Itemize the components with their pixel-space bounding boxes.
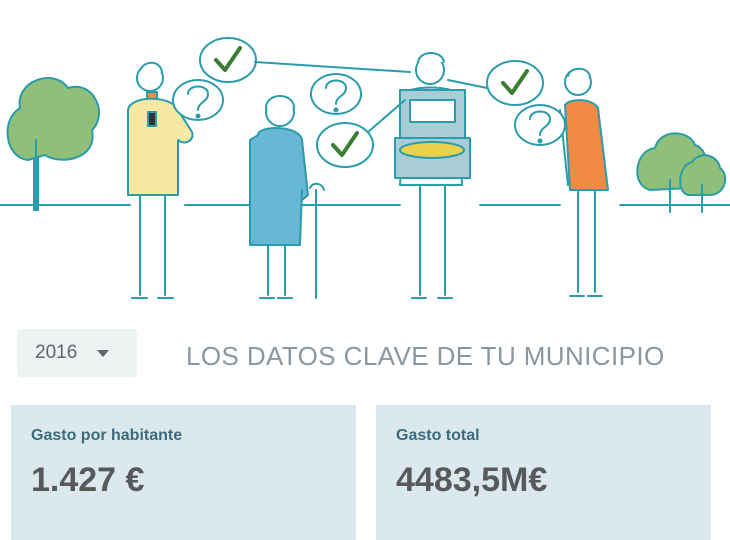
- kpi-label: Gasto total: [396, 427, 480, 444]
- check-bubble-icon: [199, 37, 411, 83]
- kpi-value: 1.427 €: [31, 461, 145, 499]
- question-bubble-icon: [172, 79, 224, 121]
- kpi-card-gasto-por-habitante: Gasto por habitante 1.427 €: [11, 405, 356, 540]
- person-icon: [249, 95, 309, 299]
- question-bubble-icon: [310, 73, 362, 115]
- page-title: LOS DATOS CLAVE DE TU MUNICIPIO: [186, 341, 665, 371]
- question-bubble-icon: [514, 104, 566, 146]
- year-select-value: 2016: [35, 342, 78, 363]
- hero-illustration: [0, 37, 730, 299]
- caret-down-icon: [97, 349, 110, 357]
- year-select[interactable]: 2016: [17, 329, 137, 377]
- cane-icon: [309, 182, 325, 299]
- person-icon: [559, 67, 609, 297]
- tree-icon: [636, 132, 727, 213]
- kpi-label: Gasto por habitante: [31, 427, 183, 444]
- kpi-card-gasto-total: Gasto total 4483,5M€: [376, 405, 711, 540]
- kpi-value: 4483,5M€: [396, 461, 548, 499]
- tree-icon: [6, 77, 100, 211]
- ballot-box-icon: [394, 89, 471, 179]
